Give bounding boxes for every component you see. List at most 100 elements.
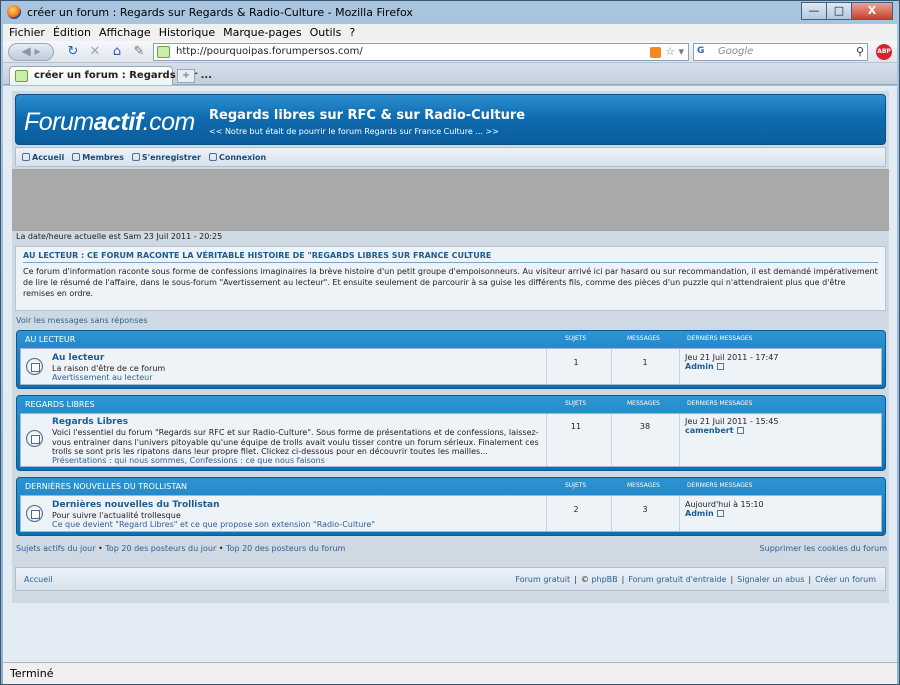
search-bar[interactable]: G Google ⚲ [693, 43, 868, 61]
back-forward-button[interactable]: ◀ ▸ [8, 43, 54, 61]
active-topics-link[interactable]: Sujets actifs du jour [16, 544, 96, 553]
nav-membres[interactable]: Membres [72, 153, 124, 162]
column-last-posts: DERNIERS MESSAGES [687, 482, 753, 489]
window-controls: — □ X [801, 2, 893, 20]
footer-links: Forum gratuit | © phpBB | Forum gratuit d'en… [515, 575, 876, 584]
goto-last-post-icon[interactable] [716, 510, 724, 517]
bookmark-star-icon[interactable]: ☆ [665, 45, 675, 58]
forum-title[interactable]: Au lecteur [52, 353, 104, 363]
footer-home-link[interactable]: Accueil [24, 575, 53, 584]
unanswered-link[interactable]: Voir les messages sans réponses [16, 316, 148, 325]
forumactif-logo[interactable]: Forumactif.com [24, 108, 195, 137]
column-topics: SUJETS [565, 335, 587, 342]
bullet-separator: • [98, 544, 103, 553]
forum-header: Forumactif.com Regards libres sur RFC & … [15, 94, 886, 145]
last-post-author[interactable]: camenbert [685, 426, 744, 435]
google-engine-icon[interactable]: G [697, 46, 715, 58]
nav-register[interactable]: S'enregistrer [131, 153, 201, 162]
current-datetime: La date/heure actuelle est Sam 23 Juil 2… [16, 232, 223, 241]
bullet-separator: • [218, 544, 224, 553]
category-header: AU LECTEUR SUJETS MESSAGES DERNIERS MESS… [20, 331, 882, 348]
login-icon [208, 153, 217, 161]
subforum-links[interactable]: Présentations : qui nous sommes, Confess… [52, 456, 325, 465]
topic-count: 2 [573, 505, 579, 514]
column-messages: MESSAGES [627, 482, 660, 489]
close-button[interactable]: X [851, 2, 893, 20]
tab-active[interactable]: créer un forum : Regards sur ... [9, 66, 212, 85]
nav-accueil[interactable]: Accueil [22, 153, 64, 162]
addon-icon[interactable]: ✎ [131, 44, 147, 60]
announcement-title[interactable]: AU LECTEUR : CE FORUM RACONTE LA VÉRITAB… [23, 251, 878, 263]
column-messages: MESSAGES [627, 400, 660, 407]
nav-login[interactable]: Connexion [208, 153, 266, 162]
subforum-link[interactable]: Avertissement au lecteur [52, 373, 153, 382]
site-favicon-icon [157, 46, 170, 58]
reload-icon[interactable]: ↻ [65, 44, 81, 60]
menu-outils[interactable]: Outils [310, 26, 342, 39]
history-dropdown-icon[interactable]: ▾ [678, 45, 684, 58]
top20-forum-link[interactable]: Top 20 des posteurs du forum [226, 544, 345, 553]
column-divider [679, 414, 680, 466]
message-count: 1 [642, 358, 648, 367]
category-name[interactable]: AU LECTEUR [25, 335, 75, 344]
footer-report-abuse[interactable]: Signaler un abus [737, 575, 804, 584]
last-post-author[interactable]: Admin [685, 509, 724, 518]
goto-last-post-icon[interactable] [736, 427, 744, 434]
forum-read-icon [26, 505, 43, 522]
stop-icon[interactable]: ✕ [87, 44, 103, 60]
column-topics: SUJETS [565, 400, 587, 407]
home-icon[interactable]: ⌂ [109, 44, 125, 60]
forum-row: Au lecteur La raison d'être de ce forum … [20, 348, 882, 385]
top20-day-link[interactable]: Top 20 des posteurs du jour [105, 544, 216, 553]
menu-marque-pages[interactable]: Marque-pages [223, 26, 301, 39]
forum-description: Voici l'essentiel du forum "Regards sur … [52, 428, 539, 456]
subforum-link[interactable]: Ce que devient "Regard Libres" et ce que… [52, 520, 375, 529]
menu-affichage[interactable]: Affichage [99, 26, 151, 39]
forum-footer: Accueil Forum gratuit | © phpBB | Forum grat… [15, 567, 886, 591]
footer-phpbb[interactable]: phpBB [591, 575, 617, 584]
forum-read-icon [26, 430, 43, 447]
url-bar[interactable]: http://pourquoipas.forumpersos.com/ ☆ ▾ [153, 43, 689, 61]
category-name[interactable]: DERNIÈRES NOUVELLES DU TROLLISTAN [25, 482, 187, 491]
topic-count: 11 [570, 422, 582, 431]
menu-help[interactable]: ? [349, 26, 355, 39]
footer-entraide[interactable]: Forum gratuit d'entraide [628, 575, 726, 584]
search-placeholder: Google [718, 46, 754, 57]
announcement-body: Ce forum d'information raconte sous form… [23, 267, 878, 298]
status-text: Terminé [10, 667, 54, 680]
column-divider [679, 349, 680, 384]
new-tab-button[interactable]: + [177, 69, 195, 83]
menu-edition[interactable]: Édition [53, 26, 91, 39]
category-trollistan: DERNIÈRES NOUVELLES DU TROLLISTAN SUJETS… [16, 477, 886, 536]
minimize-button[interactable]: — [801, 2, 827, 20]
delete-cookies-link[interactable]: Supprimer les cookies du forum [760, 544, 887, 553]
category-name[interactable]: REGARDS LIBRES [25, 400, 95, 409]
goto-last-post-icon[interactable] [716, 363, 724, 370]
window-title: créer un forum : Regards sur Regards & R… [27, 6, 413, 19]
banner-area [12, 169, 889, 231]
menu-fichier[interactable]: Fichier [9, 26, 45, 39]
adblock-icon[interactable]: ABP [876, 44, 892, 60]
footer-forum-gratuit[interactable]: Forum gratuit [515, 575, 570, 584]
rss-icon[interactable] [650, 46, 662, 58]
navigation-toolbar: ◀ ▸ ↻ ✕ ⌂ ✎ http://pourquoipas.forumpers… [3, 41, 897, 63]
last-post-author[interactable]: Admin [685, 362, 724, 371]
search-magnifier-icon[interactable]: ⚲ [856, 45, 864, 58]
forum-title[interactable]: Regards Libres [52, 417, 128, 427]
footer-create-forum[interactable]: Créer un forum [815, 575, 876, 584]
forum-title[interactable]: Dernières nouvelles du Trollistan [52, 500, 220, 510]
category-header: REGARDS LIBRES SUJETS MESSAGES DERNIERS … [20, 396, 882, 413]
footer-copyright: © [580, 575, 589, 584]
forum-navbar: Accueil Membres S'enregistrer Connexion [15, 147, 886, 167]
maximize-button[interactable]: □ [826, 2, 852, 20]
column-last-posts: DERNIERS MESSAGES [687, 400, 753, 407]
menu-bar: Fichier Édition Affichage Historique Mar… [3, 24, 897, 41]
menu-historique[interactable]: Historique [159, 26, 215, 39]
column-divider [611, 414, 612, 466]
stats-links: Sujets actifs du jour • Top 20 des poste… [16, 544, 345, 553]
forum-row: Regards Libres Voici l'essentiel du foru… [20, 413, 882, 467]
column-messages: MESSAGES [627, 335, 660, 342]
title-bar: créer un forum : Regards sur Regards & R… [1, 1, 899, 23]
message-count: 3 [642, 505, 648, 514]
firefox-icon [7, 5, 21, 19]
